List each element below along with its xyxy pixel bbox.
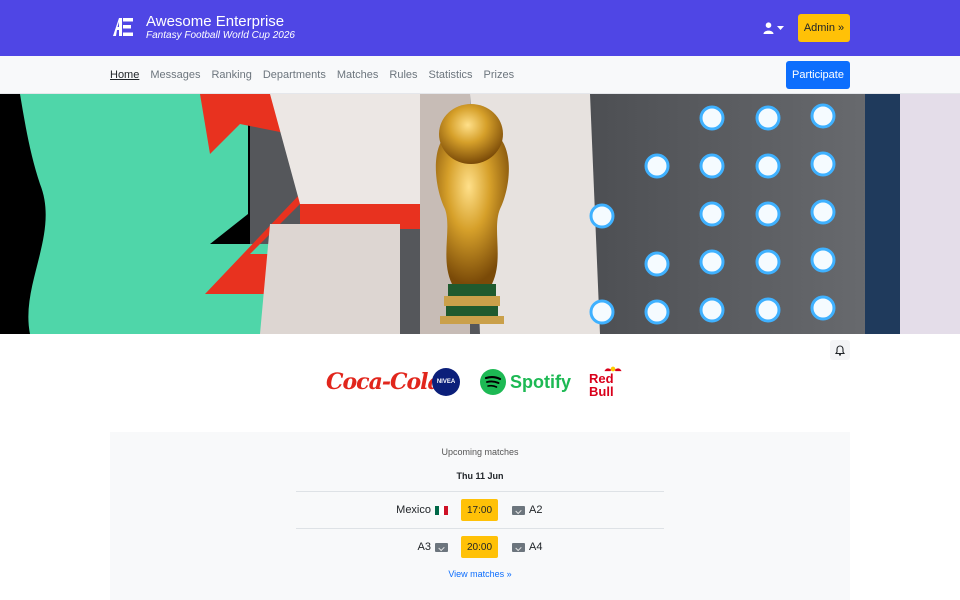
user-icon: [763, 22, 774, 34]
away-team: A4: [512, 541, 542, 553]
admin-button[interactable]: Admin »: [798, 14, 850, 42]
notifications-button[interactable]: [830, 340, 850, 360]
match-row[interactable]: A3 20:00 A4: [296, 536, 664, 558]
match-date: Thu 11 Jun: [456, 471, 504, 481]
placeholder-flag-icon: [435, 542, 448, 552]
brand-title[interactable]: Awesome Enterprise: [146, 13, 284, 30]
brand-subtitle: Fantasy Football World Cup 2026: [146, 30, 295, 41]
view-matches-link[interactable]: View matches »: [110, 569, 850, 579]
placeholder-flag-icon: [512, 542, 525, 552]
nav-item-ranking[interactable]: Ranking: [211, 69, 251, 81]
spotify-icon: [480, 369, 506, 395]
sponsor-name-coca-cola: Coca-Cola: [326, 369, 442, 395]
user-menu-dropdown[interactable]: [763, 18, 789, 38]
coca-cola-logo[interactable]: Coca-Cola: [326, 366, 442, 398]
world-cup-trophy-image: [0, 94, 960, 334]
participate-button[interactable]: Participate: [786, 61, 850, 89]
spotify-logo[interactable]: Spotify: [480, 366, 571, 398]
nivea-logo[interactable]: NIVEA: [432, 368, 460, 396]
match-time-badge: 17:00: [461, 499, 498, 521]
match-time-badge: 20:00: [461, 536, 498, 558]
ae-logo-icon[interactable]: [112, 16, 134, 38]
sponsor-name-spotify: Spotify: [510, 371, 571, 392]
divider: [296, 528, 664, 529]
upcoming-matches-card: Upcoming matches Thu 11 Jun Mexico 17:00…: [110, 432, 850, 600]
divider: [296, 491, 664, 492]
upcoming-matches-title: Upcoming matches: [441, 447, 519, 457]
away-team: A2: [512, 504, 542, 516]
nav-item-rules[interactable]: Rules: [389, 69, 417, 81]
bell-icon: [835, 344, 845, 356]
match-row[interactable]: Mexico 17:00 A2: [296, 499, 664, 521]
mexico-flag-icon: [435, 505, 448, 515]
home-team-name: Mexico: [396, 504, 431, 516]
caret-down-icon: [777, 26, 784, 30]
sponsor-logos: Coca-Cola NIVEA Spotify Red Bull: [0, 366, 960, 398]
red-bull-logo[interactable]: Red Bull: [589, 366, 637, 398]
nav-item-matches[interactable]: Matches: [337, 69, 379, 81]
nav-links: Home Messages Ranking Departments Matche…: [110, 69, 514, 81]
home-team: A3: [418, 541, 448, 553]
home-team-name: A3: [417, 541, 431, 553]
sponsor-name-nivea: NIVEA: [436, 379, 456, 385]
main-nav: Home Messages Ranking Departments Matche…: [0, 56, 960, 94]
away-team-name: A2: [529, 504, 543, 516]
sponsor-name-red-bull: Red Bull: [589, 371, 614, 399]
nav-item-messages[interactable]: Messages: [150, 69, 200, 81]
nav-item-prizes[interactable]: Prizes: [484, 69, 515, 81]
nav-item-departments[interactable]: Departments: [263, 69, 326, 81]
away-team-name: A4: [529, 541, 543, 553]
home-team: Mexico: [396, 504, 448, 516]
placeholder-flag-icon: [512, 505, 525, 515]
nav-item-statistics[interactable]: Statistics: [429, 69, 473, 81]
nav-item-home[interactable]: Home: [110, 69, 139, 81]
top-header: Awesome Enterprise Fantasy Football Worl…: [0, 0, 960, 56]
